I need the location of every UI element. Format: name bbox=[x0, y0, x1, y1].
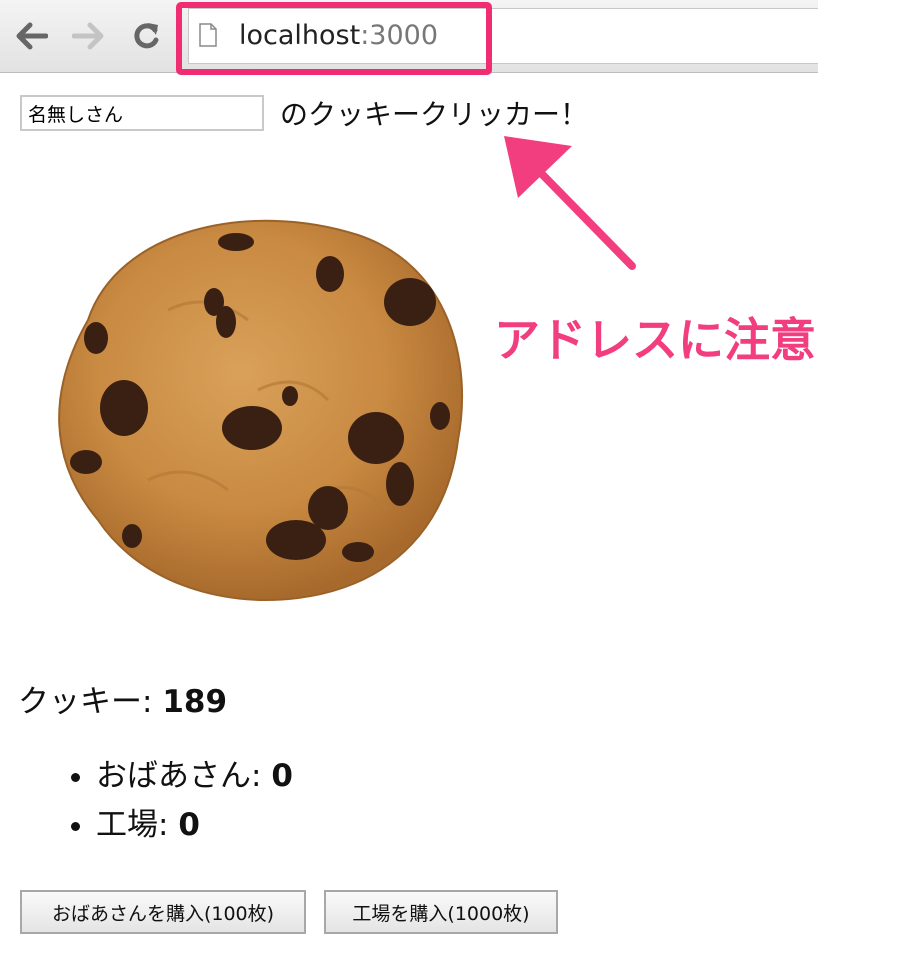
back-button[interactable] bbox=[14, 18, 50, 54]
reload-icon bbox=[134, 23, 159, 49]
annotation-label: アドレスに注意 bbox=[494, 313, 816, 367]
cookie-button[interactable] bbox=[28, 190, 478, 610]
grandma-count: 0 bbox=[271, 758, 293, 794]
factory-count: 0 bbox=[178, 807, 200, 843]
reload-button[interactable] bbox=[128, 18, 164, 54]
grandma-label: おばあさん: bbox=[96, 758, 272, 794]
purchase-buttons: おばあさんを購入(100枚) 工場を購入(1000枚) bbox=[20, 890, 558, 934]
building-list: おばあさん: 0 工場: 0 bbox=[56, 752, 293, 850]
address-highlight-box bbox=[176, 2, 492, 75]
cookie-counter-value: 189 bbox=[162, 684, 228, 720]
annotation-arrow bbox=[504, 136, 636, 270]
cookie-image bbox=[58, 219, 464, 601]
forward-button[interactable] bbox=[70, 18, 106, 54]
arrow-right-icon bbox=[72, 22, 104, 50]
list-item-grandma: おばあさん: 0 bbox=[96, 752, 293, 801]
buy-grandma-button[interactable]: おばあさんを購入(100枚) bbox=[20, 890, 306, 934]
arrow-left-icon bbox=[16, 22, 48, 50]
list-item-factory: 工場: 0 bbox=[96, 801, 293, 850]
factory-label: 工場: bbox=[96, 807, 179, 843]
cookie-counter-label: クッキー: bbox=[18, 684, 163, 720]
cookie-counter: クッキー: 189 bbox=[18, 676, 227, 721]
buy-factory-button[interactable]: 工場を購入(1000枚) bbox=[324, 890, 558, 934]
name-input[interactable] bbox=[20, 95, 264, 131]
